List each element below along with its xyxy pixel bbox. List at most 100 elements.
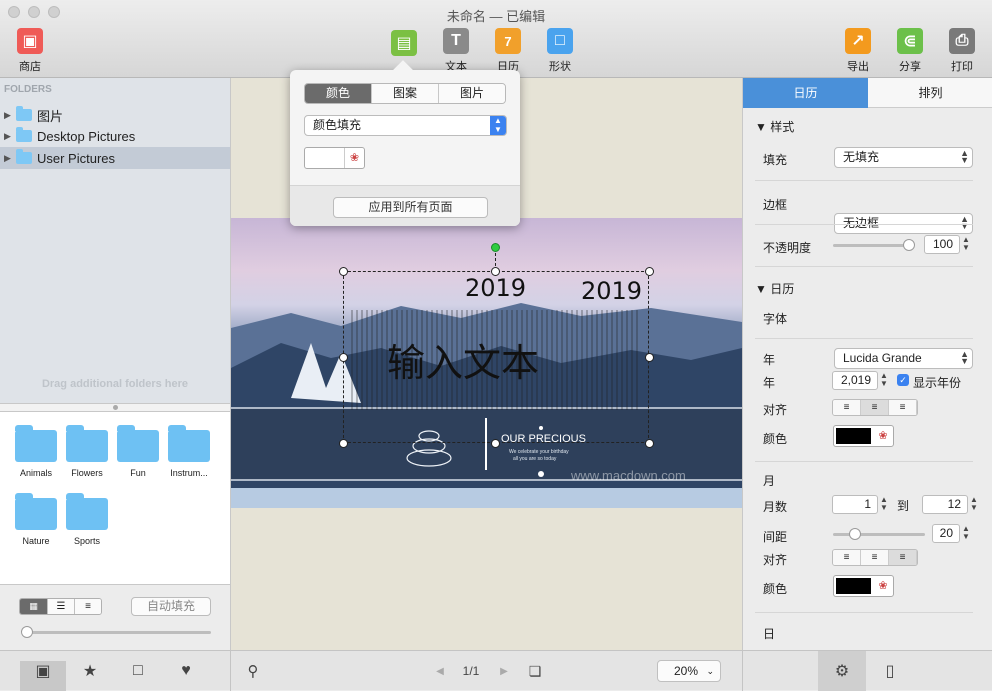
opacity-stepper-icon[interactable]: ▲ ▼ — [962, 236, 970, 252]
tab-arrange[interactable]: 排列 — [868, 78, 992, 108]
tree-item-desktop-pictures[interactable]: ▶ Desktop Pictures — [0, 125, 230, 147]
slider-knob[interactable] — [21, 626, 33, 638]
year-label: 年 — [763, 376, 776, 390]
shape-button[interactable]: □ 形状 — [535, 28, 585, 74]
apply-all-pages-button[interactable]: 应用到所有页面 — [333, 197, 488, 218]
print-button[interactable]: ⎙ 打印 — [937, 28, 987, 74]
thumbnail-size-slider[interactable] — [21, 626, 211, 638]
color-wheel-icon[interactable]: ❀ — [873, 576, 893, 596]
tab-color[interactable]: 颜色 — [305, 84, 372, 103]
tree-item-user-pictures[interactable]: ▶ User Pictures — [0, 147, 230, 169]
crop-frame-icon[interactable]: □ — [115, 651, 161, 691]
month-from-stepper-icon[interactable]: ▲ ▼ — [880, 496, 888, 512]
tab-image[interactable]: 图片 — [439, 84, 505, 103]
folder-item-nature[interactable]: Nature — [11, 493, 61, 546]
disclosure-triangle-icon[interactable]: ▶ — [4, 131, 14, 142]
resize-handle-tl[interactable] — [339, 267, 348, 276]
folder-item-animals[interactable]: Animals — [11, 425, 61, 478]
month-to-stepper-icon[interactable]: ▲ ▼ — [970, 496, 978, 512]
align-left-icon[interactable]: ≡ — [833, 400, 861, 415]
align-center-icon[interactable]: ≡ — [861, 550, 889, 565]
zoom-select[interactable]: 20% ⌄ — [657, 660, 721, 682]
align-center-icon[interactable]: ≡ — [861, 400, 889, 415]
document-icon[interactable]: ▯ — [866, 651, 914, 691]
split-divider[interactable] — [0, 403, 230, 412]
folder-item-sports[interactable]: Sports — [62, 493, 112, 546]
folder-item-flowers[interactable]: Flowers — [62, 425, 112, 478]
fill-label: 填充 — [763, 153, 788, 167]
resize-handle-b[interactable] — [491, 439, 500, 448]
chevron-updown-icon: ▲ ▼ — [490, 116, 506, 135]
zoom-in-icon[interactable]: ⚲ — [240, 651, 266, 691]
folder-item-fun[interactable]: Fun — [113, 425, 163, 478]
resize-handle-t[interactable] — [491, 267, 500, 276]
divider — [755, 266, 973, 267]
share-label: 分享 — [899, 61, 921, 73]
align-right-icon[interactable]: ≡ — [889, 550, 917, 565]
font-select[interactable]: Lucida Grande ▲ ▼ — [834, 348, 973, 369]
folder-label: Sports — [73, 536, 100, 546]
calendar-section-header[interactable]: ▼ 日历 — [755, 280, 794, 297]
calendar-icon: 7 — [495, 28, 521, 54]
book-icon[interactable]: ❏ — [522, 651, 548, 691]
opacity-input[interactable]: 100 — [924, 235, 960, 254]
align-right-icon[interactable]: ≡ — [889, 400, 917, 415]
divider — [755, 224, 973, 225]
tab-calendar[interactable]: 日历 — [743, 78, 868, 108]
year-input[interactable]: 2,019 — [832, 371, 878, 390]
month-to-input[interactable]: 12 — [922, 495, 968, 514]
fill-select[interactable]: 无填充 ▲ ▼ — [834, 147, 973, 168]
prev-page-icon[interactable]: ◀ — [430, 651, 450, 691]
store-label: 商店 — [19, 61, 41, 73]
detail-view-icon[interactable]: ≡ — [74, 599, 101, 614]
star-icon[interactable]: ★ — [67, 651, 113, 691]
gear-icon[interactable]: ⚙ — [818, 651, 866, 691]
resize-handle-l[interactable] — [339, 353, 348, 362]
divider — [755, 180, 973, 181]
resize-handle-r[interactable] — [645, 353, 654, 362]
color-wheel-icon[interactable]: ❀ — [344, 148, 364, 168]
disclosure-triangle-icon[interactable]: ▶ — [4, 110, 14, 121]
toolbar: 未命名 — 已编辑 ▣ 商店 ▤ T 文本 7 日历 □ 形状 ↗ 导出 ⋐ 分… — [0, 0, 992, 78]
slider-knob[interactable] — [849, 528, 861, 540]
folder-item-instruments[interactable]: Instrum... — [164, 425, 214, 478]
grid-view-icon[interactable]: ▦ — [20, 599, 47, 614]
spacing-slider[interactable] — [833, 528, 925, 540]
fill-type-select[interactable]: 颜色填充 ▲ ▼ — [304, 115, 507, 136]
year-stepper-icon[interactable]: ▲ ▼ — [880, 372, 888, 388]
text-button[interactable]: T 文本 — [431, 28, 481, 74]
rotation-handle[interactable] — [491, 243, 500, 252]
spacing-input[interactable]: 20 — [932, 524, 960, 543]
fill-button[interactable]: ▤ — [379, 30, 429, 60]
resize-handle-br[interactable] — [645, 439, 654, 448]
tree-item-pictures[interactable]: ▶ 图片 — [0, 104, 230, 126]
heart-icon[interactable]: ♥ — [163, 651, 209, 691]
resize-handle-tr[interactable] — [645, 267, 654, 276]
spacing-stepper-icon[interactable]: ▲ ▼ — [962, 525, 970, 541]
share-button[interactable]: ⋐ 分享 — [885, 28, 935, 74]
style-section-header[interactable]: ▼ 样式 — [755, 118, 794, 135]
chevron-down-icon: ⌄ — [706, 666, 714, 676]
color-wheel-icon[interactable]: ❀ — [873, 426, 893, 446]
list-view-icon[interactable]: ☰ — [47, 599, 74, 614]
align-left-icon[interactable]: ≡ — [833, 550, 861, 565]
text-placeholder[interactable]: 输入文本 — [387, 332, 539, 387]
page-indicator: 1/1 — [462, 664, 480, 678]
photos-icon[interactable]: ▣ — [20, 651, 66, 691]
month-color-well[interactable]: ❀ — [833, 575, 894, 597]
month-from-input[interactable]: 1 — [832, 495, 878, 514]
resize-handle-bl[interactable] — [339, 439, 348, 448]
calendar-button[interactable]: 7 日历 — [483, 28, 533, 74]
autofill-button[interactable]: 自动填充 — [131, 597, 211, 616]
folder-label: Fun — [130, 468, 146, 478]
store-button[interactable]: ▣ 商店 — [5, 28, 55, 74]
tab-pattern[interactable]: 图案 — [372, 84, 439, 103]
year-color-well[interactable]: ❀ — [833, 425, 894, 447]
slider-knob[interactable] — [903, 239, 915, 251]
fill-color-well[interactable]: ❀ — [304, 147, 365, 169]
opacity-slider[interactable] — [833, 239, 915, 251]
disclosure-triangle-icon[interactable]: ▶ — [4, 153, 14, 164]
show-year-checkbox[interactable]: ✓ — [897, 374, 909, 386]
export-button[interactable]: ↗ 导出 — [833, 28, 883, 74]
next-page-icon[interactable]: ▶ — [494, 651, 514, 691]
